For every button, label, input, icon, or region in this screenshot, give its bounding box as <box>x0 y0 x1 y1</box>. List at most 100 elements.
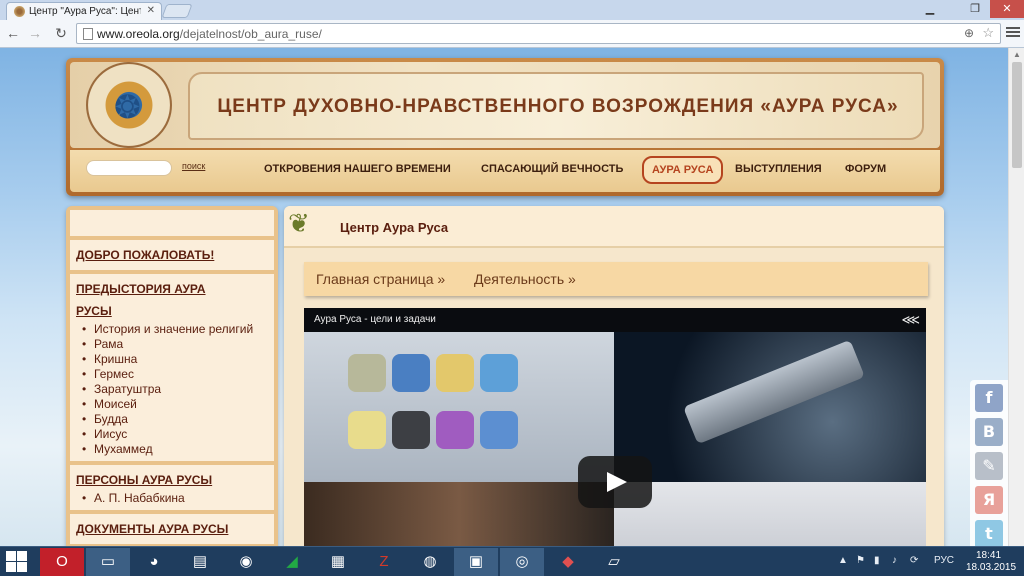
scroll-up-icon[interactable]: ▲ <box>1013 50 1021 59</box>
picasa-icon[interactable]: ◕ <box>132 548 176 576</box>
network-app-icon[interactable]: ▱ <box>592 548 636 576</box>
list-item[interactable]: А. П. Набабкина <box>82 491 268 506</box>
firefox-icon[interactable]: ◉ <box>224 548 268 576</box>
close-window-button[interactable]: ✕ <box>990 0 1024 18</box>
dragon-emblem-icon: ❂ <box>114 89 141 125</box>
site-favicon-icon <box>14 6 25 17</box>
film-strip-icon[interactable]: ▦ <box>316 548 360 576</box>
list-item[interactable]: История и значение религий <box>82 322 268 337</box>
vertical-scrollbar[interactable]: ▲ <box>1008 48 1024 546</box>
close-tab-icon[interactable]: ✕ <box>147 5 155 16</box>
windows-start-icon[interactable] <box>6 551 28 573</box>
restore-window-button[interactable]: ❐ <box>962 0 988 18</box>
prehistory-title-line-2: РУСЫ <box>76 304 112 318</box>
notepad-icon[interactable]: ▤ <box>178 548 222 576</box>
list-item[interactable]: Иисус <box>82 427 268 442</box>
header-banner-area: ❂ ЦЕНТР ДУХОВНО-НРАВСТВЕННОГО ВОЗРОЖДЕНИ… <box>70 62 940 148</box>
list-item[interactable]: Моисей <box>82 397 268 412</box>
vkontakte-icon[interactable]: B <box>975 418 1003 446</box>
app-icons-grid <box>348 354 548 468</box>
document-app-icon[interactable]: ▣ <box>454 548 498 576</box>
list-item[interactable]: Будда <box>82 412 268 427</box>
clock-date[interactable]: 18.03.2015 <box>966 562 1016 573</box>
sync-icon[interactable]: ⟳ <box>910 555 918 566</box>
nav-aura-rusa[interactable]: АУРА РУСА <box>642 156 724 184</box>
main-content: ❦ Центр Аура Руса Главная страница » Дея… <box>284 206 944 546</box>
url-text[interactable]: www.oreola.org/dejatelnost/ob_aura_ruse/ <box>97 27 322 41</box>
share-icon[interactable]: ⋘ <box>902 312 921 328</box>
media-app-icon[interactable]: ◍ <box>408 548 452 576</box>
minimize-window-button[interactable]: ▁ <box>917 0 943 18</box>
sidebar-spacer <box>70 210 274 236</box>
video-player[interactable]: Аура Руса - цели и задачи ⋘ <box>304 308 926 546</box>
sidebar-section-documents: ДОКУМЕНТЫ АУРА РУСЫ <box>70 514 274 544</box>
app-tile <box>480 411 518 449</box>
network-status-icon[interactable]: ▮ <box>874 555 880 566</box>
forward-arrow-icon[interactable]: → <box>26 24 44 42</box>
list-item[interactable]: Мухаммед <box>82 442 268 457</box>
sidebar-link-welcome[interactable]: ДОБРО ПОЖАЛОВАТЬ! <box>76 244 268 266</box>
main-navigation: поиск ОТКРОВЕНИЯ НАШЕГО ВРЕМЕНИ СПАСАЮЩИ… <box>70 150 940 192</box>
green-app-icon[interactable]: ◢ <box>270 548 314 576</box>
breadcrumb-home-link[interactable]: Главная страница » <box>316 271 445 287</box>
address-bar[interactable]: www.oreola.org/dejatelnost/ob_aura_ruse/… <box>76 23 1001 44</box>
persons-list: А. П. Набабкина <box>76 491 268 506</box>
video-title[interactable]: Аура Руса - цели и задачи <box>314 314 436 325</box>
archive-app-icon[interactable]: ◆ <box>546 548 590 576</box>
app-tile <box>348 354 386 392</box>
web-page: ❂ ЦЕНТР ДУХОВНО-НРАВСТВЕННОГО ВОЗРОЖДЕНИ… <box>0 48 1008 546</box>
video-frame-phone <box>304 332 614 482</box>
url-path: /dejatelnost/ob_aura_ruse/ <box>179 27 322 41</box>
zoom-icon[interactable]: ⊕ <box>964 26 974 40</box>
list-item[interactable]: Рама <box>82 337 268 352</box>
action-center-flag-icon[interactable]: ⚑ <box>856 555 865 566</box>
site-header: ❂ ЦЕНТР ДУХОВНО-НРАВСТВЕННОГО ВОЗРОЖДЕНИ… <box>66 58 944 196</box>
app-tile <box>436 411 474 449</box>
browser-tab[interactable]: Центр "Аура Руса": Центр ✕ <box>6 2 162 20</box>
scrollbar-thumb[interactable] <box>1012 62 1022 168</box>
tab-title: Центр "Аура Руса": Центр <box>29 6 141 17</box>
reload-icon[interactable]: ↻ <box>52 24 70 42</box>
browser-menu-icon[interactable] <box>1006 27 1020 39</box>
bookmark-star-icon[interactable]: ☆ <box>982 25 994 41</box>
sidebar-link-documents[interactable]: ДОКУМЕНТЫ АУРА РУСЫ <box>76 518 268 540</box>
sidebar-link-persons[interactable]: ПЕРСОНЫ АУРА РУСЫ <box>76 469 268 491</box>
search-link[interactable]: поиск <box>182 161 205 171</box>
new-tab-button[interactable] <box>161 4 193 18</box>
list-item[interactable]: Гермес <box>82 367 268 382</box>
sidebar: ДОБРО ПОЖАЛОВАТЬ! ПРЕДЫСТОРИЯ АУРА РУСЫ И… <box>66 206 278 546</box>
sidebar-link-prehistory[interactable]: ПРЕДЫСТОРИЯ АУРА РУСЫ <box>76 278 268 322</box>
back-arrow-icon[interactable]: ← <box>4 24 22 42</box>
app-tile <box>348 411 386 449</box>
file-explorer-icon[interactable]: ▭ <box>86 548 130 576</box>
language-indicator[interactable]: РУС <box>934 555 954 566</box>
sidebar-section-welcome: ДОБРО ПОЖАЛОВАТЬ! <box>70 240 274 270</box>
content-header: ❦ Центр Аура Руса <box>284 206 944 248</box>
nav-saving-eternity[interactable]: СПАСАЮЩИЙ ВЕЧНОСТЬ <box>481 163 623 175</box>
play-button[interactable] <box>578 456 652 508</box>
video-title-bar: Аура Руса - цели и задачи ⋘ <box>304 308 926 332</box>
app-tile <box>392 354 430 392</box>
filezilla-icon[interactable]: Z <box>362 548 406 576</box>
clock-time[interactable]: 18:41 <box>976 550 1001 561</box>
tab-strip: Центр "Аура Руса": Центр ✕ ▁ ❐ ✕ <box>0 0 1024 20</box>
video-frame-hands <box>304 482 614 546</box>
livejournal-icon[interactable]: ✎ <box>975 452 1003 480</box>
facebook-icon[interactable]: f <box>975 384 1003 412</box>
list-item[interactable]: Кришна <box>82 352 268 367</box>
volume-icon[interactable]: ♪ <box>892 555 897 566</box>
nav-speeches[interactable]: ВЫСТУПЛЕНИЯ <box>735 163 822 175</box>
search-input[interactable] <box>86 160 172 176</box>
prehistory-title-line-1: ПРЕДЫСТОРИЯ АУРА <box>76 282 206 296</box>
social-share-panel: f B ✎ Я t <box>970 380 1008 546</box>
chrome-icon[interactable]: ◎ <box>500 548 544 576</box>
opera-icon[interactable]: O <box>40 548 84 576</box>
yandex-icon[interactable]: Я <box>975 486 1003 514</box>
nav-forum[interactable]: ФОРУМ <box>845 163 886 175</box>
site-logo[interactable]: ❂ <box>86 62 172 148</box>
breadcrumb-current-link[interactable]: Деятельность » <box>474 271 576 287</box>
twitter-icon[interactable]: t <box>975 520 1003 546</box>
nav-revelations[interactable]: ОТКРОВЕНИЯ НАШЕГО ВРЕМЕНИ <box>264 163 451 175</box>
list-item[interactable]: Заратуштра <box>82 382 268 397</box>
show-hidden-icons-icon[interactable]: ▲ <box>838 555 848 566</box>
